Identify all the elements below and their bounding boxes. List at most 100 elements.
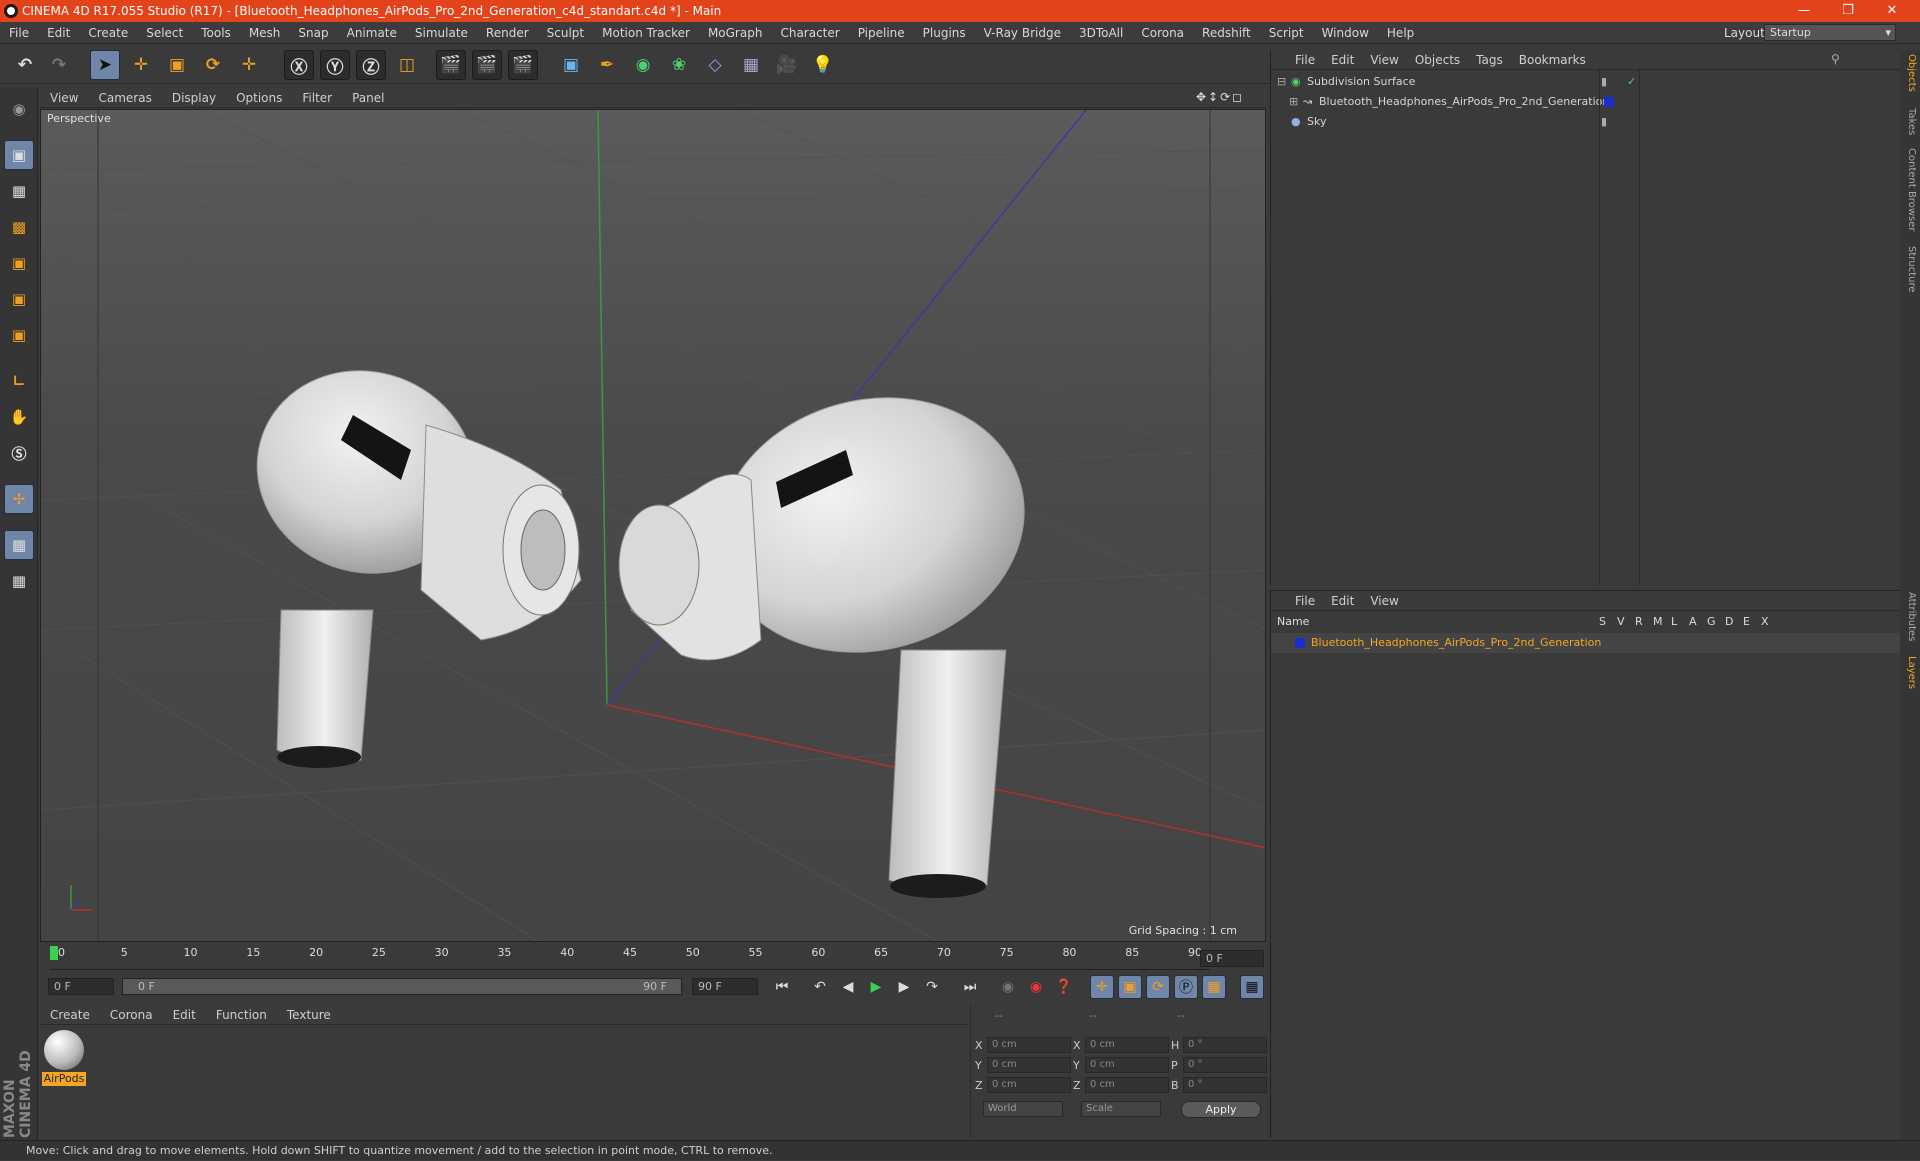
menu-file[interactable]: File	[0, 26, 38, 40]
light-icon[interactable]: 💡	[808, 50, 838, 80]
viewport-menu-filter[interactable]: Filter	[292, 91, 342, 105]
key-scale-icon[interactable]: ▣	[1118, 975, 1142, 999]
menu-mesh[interactable]: Mesh	[240, 26, 290, 40]
axis-mode-icon[interactable]: ∟	[4, 366, 34, 396]
model-mode-icon[interactable]: ▣	[4, 140, 34, 170]
minimize-icon[interactable]: —	[1782, 0, 1826, 22]
menu-select[interactable]: Select	[137, 26, 192, 40]
x-axis-lock-icon[interactable]: Ⓧ	[284, 50, 314, 80]
material-swatch[interactable]: AirPods	[42, 1028, 86, 1086]
size-x-field[interactable]: 0 cm	[1085, 1037, 1169, 1053]
play-icon[interactable]: ▶	[864, 975, 888, 999]
object-menu-edit[interactable]: Edit	[1323, 53, 1362, 67]
tab-layers[interactable]: Layers	[1903, 656, 1917, 689]
menu-create[interactable]: Create	[79, 26, 137, 40]
render-view-icon[interactable]: 🎬	[436, 50, 466, 80]
lock-workplane-icon[interactable]: ▦	[4, 530, 34, 560]
texture-mode-icon[interactable]: ▦	[4, 176, 34, 206]
menu-sculpt[interactable]: Sculpt	[538, 26, 593, 40]
coordinate-mode-select[interactable]: Scale	[1081, 1101, 1161, 1117]
end-frame-field[interactable]: 90 F	[692, 978, 758, 995]
expand-icon[interactable]: ⊟	[1277, 72, 1286, 92]
go-to-start-icon[interactable]: ⏮	[770, 975, 794, 999]
autokey-icon[interactable]: ◉	[1024, 975, 1048, 999]
points-mode-icon[interactable]: ▣	[4, 248, 34, 278]
z-axis-lock-icon[interactable]: Ⓩ	[356, 50, 386, 80]
menu-simulate[interactable]: Simulate	[406, 26, 477, 40]
viewport-menu-display[interactable]: Display	[162, 91, 226, 105]
current-frame-field[interactable]: 0 F	[1200, 950, 1264, 967]
rotation-p-field[interactable]: 0 °	[1183, 1057, 1267, 1073]
frame-range-slider[interactable]: 0 F 90 F	[122, 978, 682, 995]
restore-icon[interactable]: ❐	[1826, 0, 1870, 22]
layer-menu-edit[interactable]: Edit	[1323, 594, 1362, 608]
menu-render[interactable]: Render	[477, 26, 538, 40]
layout-select[interactable]: Startup ▾	[1764, 24, 1896, 41]
menu-plugins[interactable]: Plugins	[914, 26, 975, 40]
tab-content-browser[interactable]: Content Browser	[1903, 148, 1917, 231]
menu-window[interactable]: Window	[1313, 26, 1378, 40]
close-icon[interactable]: ✕	[1870, 0, 1914, 22]
move-tool-icon[interactable]: ✛	[126, 50, 156, 80]
go-to-end-icon[interactable]: ⏭	[958, 975, 982, 999]
menu-motion-tracker[interactable]: Motion Tracker	[593, 26, 699, 40]
layer-color-swatch[interactable]	[1295, 638, 1305, 648]
scale-tool-icon[interactable]: ▣	[162, 50, 192, 80]
material-menu-create[interactable]: Create	[40, 1008, 100, 1022]
timeline-ruler[interactable]: 0 5 10 15 20 25 30 35 40 45 50 55 60 65 70 75 80 85 90 0 F	[40, 944, 1266, 970]
viewport-menu-options[interactable]: Options	[226, 91, 292, 105]
menu-mograph[interactable]: MoGraph	[699, 26, 772, 40]
previous-key-icon[interactable]: ↶	[808, 975, 832, 999]
object-menu-tags[interactable]: Tags	[1468, 53, 1511, 67]
planar-workplane-icon[interactable]: ▦	[4, 566, 34, 596]
rotate-tool-icon[interactable]: ⟳	[198, 50, 228, 80]
next-frame-icon[interactable]: ▶	[892, 975, 916, 999]
viewport-menu-cameras[interactable]: Cameras	[88, 91, 161, 105]
menu-3dtoall[interactable]: 3DToAll	[1070, 26, 1132, 40]
search-icon[interactable]: ⚲	[1831, 52, 1840, 66]
viewport-menu-panel[interactable]: Panel	[342, 91, 394, 105]
position-x-field[interactable]: 0 cm	[987, 1037, 1071, 1053]
render-picture-viewer-icon[interactable]: 🎬	[472, 50, 502, 80]
expand-icon[interactable]: ⊞	[1289, 92, 1298, 112]
polygons-mode-icon[interactable]: ▣	[4, 320, 34, 350]
previous-frame-icon[interactable]: ◀	[836, 975, 860, 999]
menu-edit[interactable]: Edit	[38, 26, 79, 40]
menu-help[interactable]: Help	[1378, 26, 1423, 40]
render-settings-icon[interactable]: 🎬	[508, 50, 538, 80]
material-menu-function[interactable]: Function	[206, 1008, 277, 1022]
tab-takes[interactable]: Takes	[1903, 108, 1917, 135]
camera-icon[interactable]: 🎥	[772, 50, 802, 80]
keyframe-selection-icon[interactable]: ❓	[1052, 975, 1076, 999]
menu-character[interactable]: Character	[771, 26, 848, 40]
pen-spline-icon[interactable]: ✒	[592, 50, 622, 80]
tab-structure[interactable]: Structure	[1903, 246, 1917, 293]
viewport-menu-view[interactable]: View	[40, 91, 88, 105]
menu-redshift[interactable]: Redshift	[1193, 26, 1260, 40]
apply-button[interactable]: Apply	[1181, 1101, 1261, 1118]
coordinate-space-select[interactable]: World	[983, 1101, 1063, 1117]
object-row[interactable]: ● Sky ▮	[1271, 112, 1901, 132]
select-tool-icon[interactable]: ➤	[90, 50, 120, 80]
menu-animate[interactable]: Animate	[338, 26, 406, 40]
next-key-icon[interactable]: ↷	[920, 975, 944, 999]
cloner-icon[interactable]: ❀	[664, 50, 694, 80]
menu-tools[interactable]: Tools	[192, 26, 240, 40]
timeline-window-icon[interactable]: ▦	[1240, 975, 1264, 999]
undo-icon[interactable]: ↶	[10, 50, 40, 80]
key-parameter-icon[interactable]: Ⓟ	[1174, 975, 1198, 999]
enabled-check-icon[interactable]: ✓	[1627, 72, 1636, 92]
material-menu-edit[interactable]: Edit	[163, 1008, 206, 1022]
key-position-icon[interactable]: ✛	[1090, 975, 1114, 999]
menu-v-ray-bridge[interactable]: V-Ray Bridge	[975, 26, 1070, 40]
menu-corona[interactable]: Corona	[1132, 26, 1193, 40]
visibility-toggle-icon[interactable]: ▮	[1601, 112, 1607, 132]
object-row[interactable]: ⊞ ↝ Bluetooth_Headphones_AirPods_Pro_2nd…	[1271, 92, 1901, 112]
redo-icon[interactable]: ↷	[44, 50, 74, 80]
layer-color-swatch[interactable]	[1604, 97, 1614, 107]
cube-icon[interactable]: ▣	[556, 50, 586, 80]
object-menu-objects[interactable]: Objects	[1407, 53, 1468, 67]
transform-tool-icon[interactable]: ✛	[234, 50, 264, 80]
layer-menu-view[interactable]: View	[1362, 594, 1406, 608]
solo-mode-icon[interactable]: Ⓢ	[4, 438, 34, 468]
